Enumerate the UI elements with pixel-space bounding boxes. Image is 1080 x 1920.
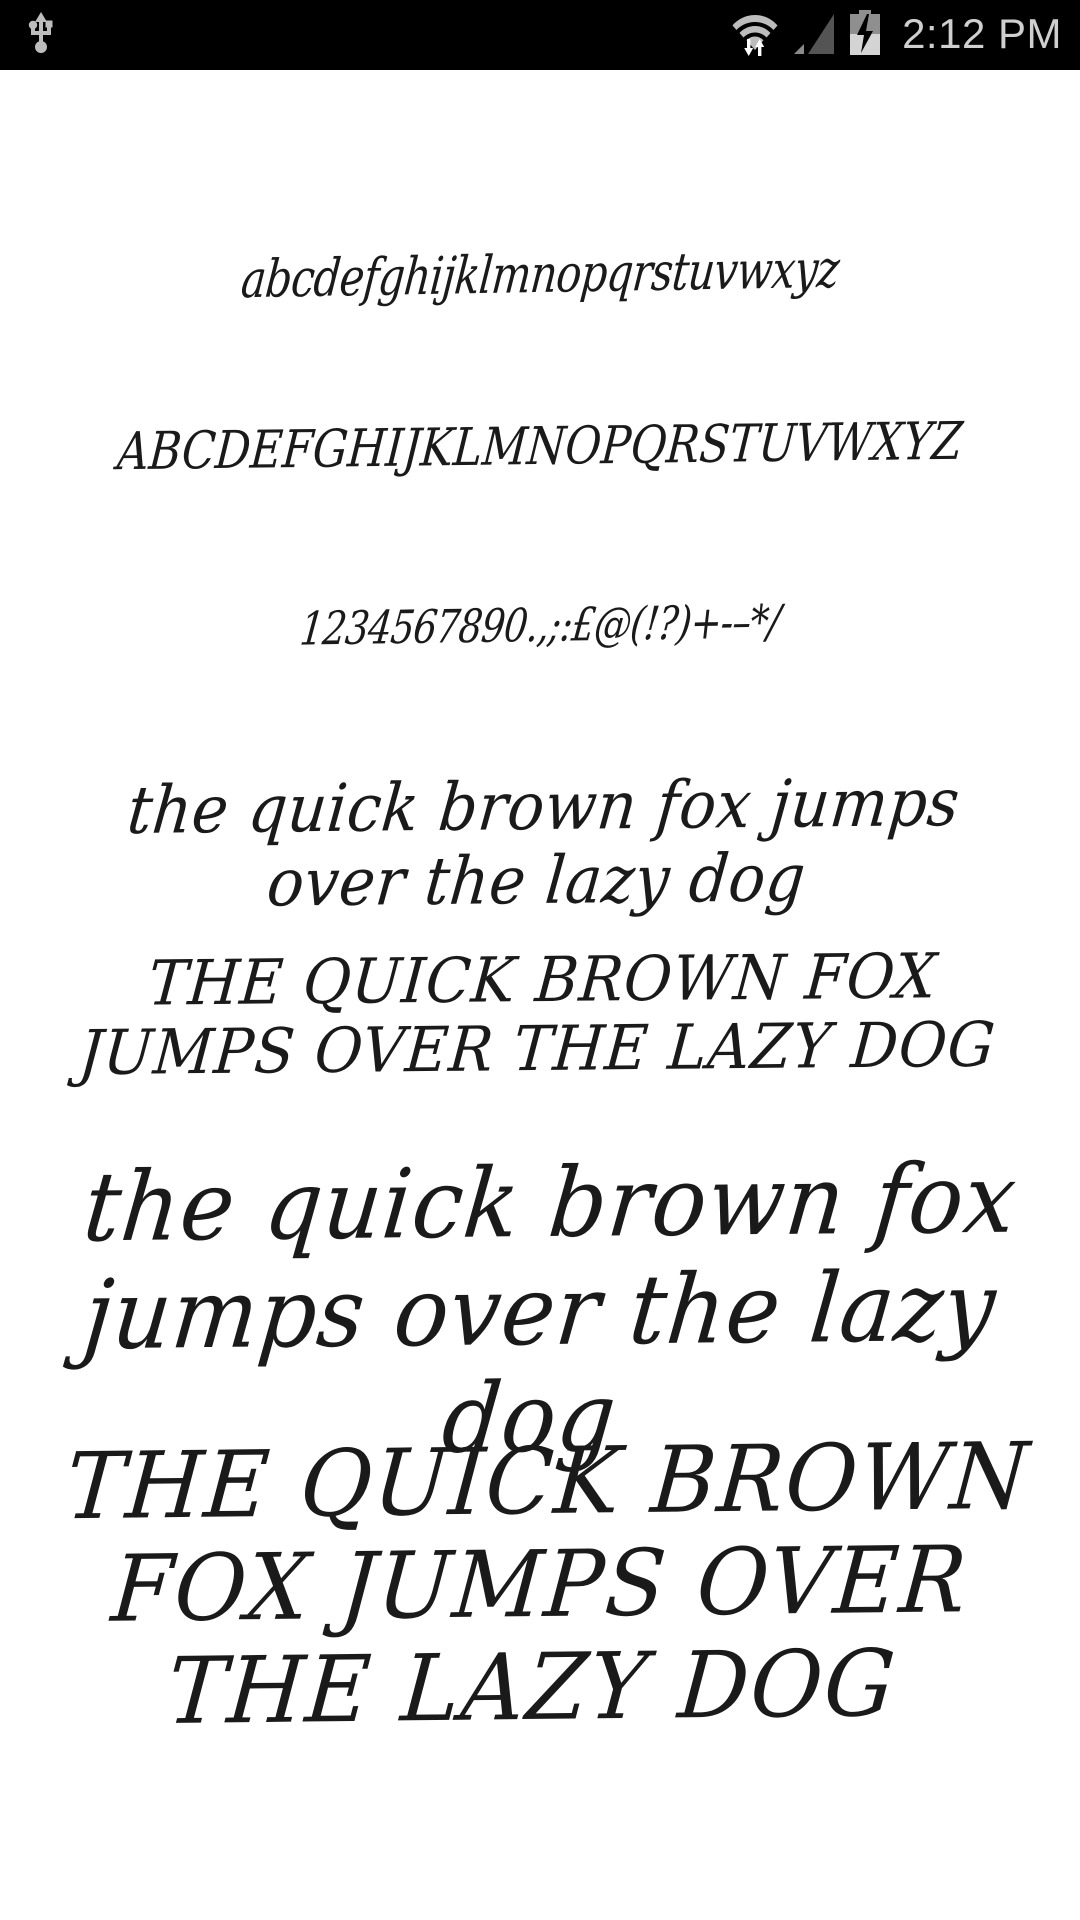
wifi-icon <box>732 9 778 62</box>
preview-line-pangram-lowercase-small: the quick brown fox jumps over the lazy … <box>124 764 964 922</box>
font-preview-sheet[interactable]: abcdefghijklmnopqrstuvwxyz ABCDEFGHIJKLM… <box>0 70 1080 1920</box>
preview-line-lowercase-alphabet: abcdefghijklmnopqrstuvwxyz <box>238 239 842 311</box>
preview-line-uppercase-alphabet: ABCDEFGHIJKLMNOPQRSTUVWXYZ <box>115 411 965 483</box>
preview-line-numbers-symbols: 1234567890.,;:£@(!?)+-–*/ <box>297 594 783 656</box>
preview-line-pangram-uppercase-small: THE QUICK BROWN FOX JUMPS OVER THE LAZY … <box>76 939 999 1090</box>
status-bar-right-icons: 2:12 PM <box>732 9 1062 62</box>
cellular-signal-icon <box>790 11 836 60</box>
status-bar[interactable]: 2:12 PM <box>0 0 1080 70</box>
battery-charging-icon <box>848 9 882 61</box>
usb-icon <box>26 11 56 59</box>
preview-line-pangram-uppercase-large: THE QUICK BROWN FOX JUMPS OVER THE LAZY … <box>62 1422 1034 1746</box>
status-bar-clock: 2:12 PM <box>902 9 1062 57</box>
status-bar-left-icons <box>26 11 56 59</box>
